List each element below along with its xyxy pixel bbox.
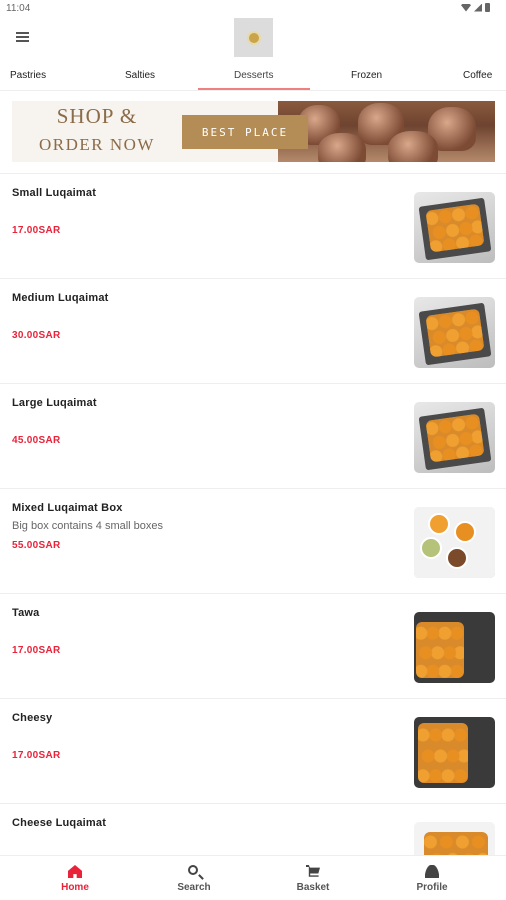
product-image (414, 297, 495, 368)
bowl-image (446, 547, 468, 569)
menu-icon[interactable] (16, 32, 29, 42)
product-price: 17.00SAR (12, 225, 61, 236)
product-name: Large Luqaimat (12, 397, 97, 409)
product-image (414, 192, 495, 263)
product-price: 17.00SAR (12, 750, 61, 761)
tabs-divider (0, 90, 506, 91)
banner-photo (278, 101, 495, 162)
product-item[interactable]: Large Luqaimat 45.00SAR (0, 383, 506, 488)
logo (234, 18, 273, 57)
tab-pastries[interactable]: Pastries (10, 60, 46, 90)
banner-line-2: ORDER NOW (39, 135, 155, 154)
app-header (0, 18, 506, 60)
category-tabs: Pastries Salties Desserts Frozen Coffee (0, 60, 506, 90)
logo-mark-icon (248, 32, 259, 43)
product-price: 17.00SAR (12, 645, 61, 656)
product-name: Small Luqaimat (12, 187, 97, 199)
cake-image (318, 133, 366, 162)
bowl-image (428, 513, 450, 535)
nav-label: Home (61, 882, 89, 893)
signal-icon (474, 3, 482, 12)
product-price: 30.00SAR (12, 330, 61, 341)
product-name: Tawa (12, 607, 40, 619)
nav-search[interactable]: Search (154, 856, 234, 900)
product-image (414, 402, 495, 473)
product-image (414, 507, 495, 578)
product-name: Medium Luqaimat (12, 292, 109, 304)
nav-label: Profile (416, 882, 448, 893)
wifi-icon (461, 3, 471, 12)
profile-icon (425, 865, 439, 878)
product-item[interactable]: Small Luqaimat 17.00SAR (0, 173, 506, 278)
product-name: Mixed Luqaimat Box (12, 502, 123, 514)
product-name: Cheesy (12, 712, 53, 724)
luqaimat-image (418, 723, 468, 783)
status-bar: 11:04 (0, 0, 506, 18)
status-icons (461, 3, 490, 12)
home-icon (68, 865, 82, 878)
search-icon (187, 865, 201, 878)
banner-headline: SHOP & ORDER NOW (12, 101, 182, 162)
luqaimat-image (425, 413, 485, 463)
nav-basket[interactable]: Basket (273, 856, 353, 900)
product-image (414, 717, 495, 788)
luqaimat-image (425, 308, 485, 358)
tab-desserts[interactable]: Desserts (234, 60, 273, 90)
status-time: 11:04 (6, 3, 31, 14)
product-price: 45.00SAR (12, 435, 61, 446)
nav-profile[interactable]: Profile (392, 856, 472, 900)
product-description: Big box contains 4 small boxes (12, 520, 164, 532)
bowl-image (454, 521, 476, 543)
bottom-nav: Home Search Basket Profile (0, 855, 506, 900)
product-item[interactable]: Tawa 17.00SAR (0, 593, 506, 698)
product-item[interactable]: Medium Luqaimat 30.00SAR (0, 278, 506, 383)
luqaimat-image (416, 622, 464, 678)
banner-line-1: SHOP & (56, 104, 138, 128)
product-image (414, 612, 495, 683)
bowl-image (420, 537, 442, 559)
tab-salties[interactable]: Salties (125, 60, 155, 90)
best-place-button[interactable]: BEST PLACE (182, 115, 308, 149)
tab-frozen[interactable]: Frozen (351, 60, 382, 90)
battery-icon (485, 3, 490, 12)
product-price: 55.00SAR (12, 540, 61, 551)
cake-image (388, 131, 438, 162)
nav-home[interactable]: Home (35, 856, 115, 900)
tab-coffee[interactable]: Coffee (463, 60, 492, 90)
product-item[interactable]: Cheesy 17.00SAR (0, 698, 506, 803)
nav-label: Basket (296, 882, 330, 893)
basket-icon (306, 865, 320, 877)
luqaimat-image (425, 203, 485, 253)
product-item[interactable]: Mixed Luqaimat Box Big box contains 4 sm… (0, 488, 506, 593)
nav-label: Search (177, 882, 211, 893)
promo-banner[interactable]: SHOP & ORDER NOW BEST PLACE (12, 101, 495, 162)
product-name: Cheese Luqaimat (12, 817, 107, 829)
